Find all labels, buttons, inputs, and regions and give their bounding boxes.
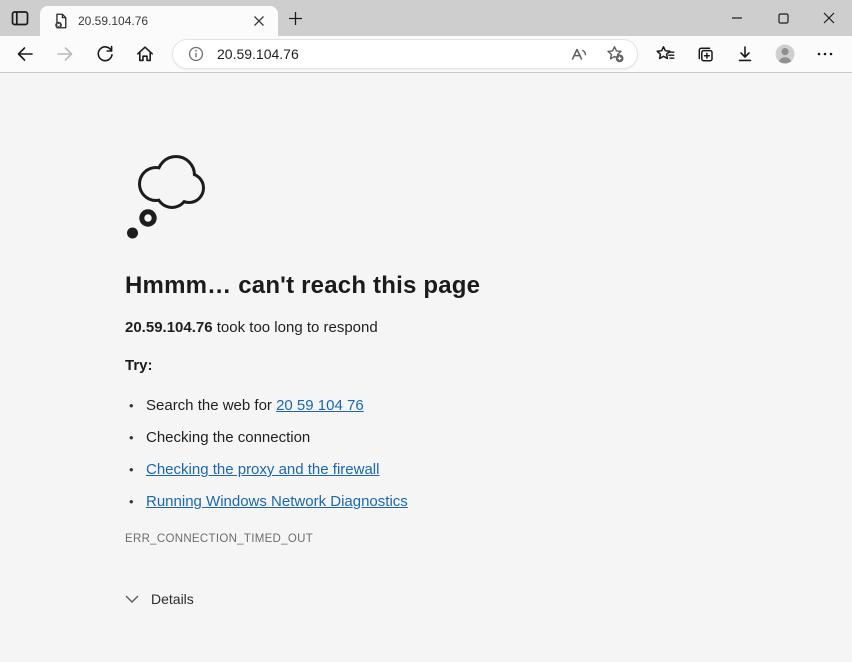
refresh-button[interactable] [86, 38, 124, 70]
navigation-toolbar: 20.59.104.76 [0, 36, 852, 73]
suggestion-text: Checking the connection [146, 429, 310, 446]
error-message: 20.59.104.76 took too long to respond [125, 319, 812, 336]
favorites-button[interactable] [646, 38, 684, 70]
chevron-down-icon [125, 595, 139, 604]
url-text: 20.59.104.76 [217, 46, 559, 62]
suggestion-search-web: Search the web for 20 59 104 76 [125, 398, 812, 413]
arrow-right-icon [55, 44, 75, 64]
home-button[interactable] [126, 38, 164, 70]
titlebar-drag-area [312, 0, 714, 36]
home-icon [135, 44, 155, 64]
thought-bubble-icon [125, 148, 205, 240]
suggestion-check-proxy: Checking the proxy and the firewall [125, 462, 812, 477]
search-web-link[interactable]: 20 59 104 76 [276, 397, 364, 414]
try-label: Try: [125, 357, 812, 374]
refresh-icon [95, 44, 115, 64]
suggestion-list: Search the web for 20 59 104 76 Checking… [125, 398, 812, 509]
ellipsis-icon [816, 45, 834, 63]
check-proxy-link[interactable]: Checking the proxy and the firewall [146, 461, 379, 478]
window-maximize-button[interactable] [760, 0, 806, 36]
suggestion-run-diagnostics: Running Windows Network Diagnostics [125, 494, 812, 509]
details-button[interactable]: Details [125, 591, 194, 607]
new-tab-button[interactable] [278, 0, 312, 36]
collections-icon [695, 44, 716, 65]
read-aloud-icon [569, 44, 589, 64]
profile-button[interactable] [766, 38, 804, 70]
titlebar: 20.59.104.76 [0, 0, 852, 36]
window-minimize-button[interactable] [714, 0, 760, 36]
arrow-left-icon [15, 44, 35, 64]
back-button[interactable] [6, 38, 44, 70]
tab-title: 20.59.104.76 [78, 14, 240, 28]
person-avatar-icon [773, 42, 797, 66]
network-diagnostics-link[interactable]: Running Windows Network Diagnostics [146, 493, 408, 510]
forward-button[interactable] [46, 38, 84, 70]
tab-close-button[interactable] [248, 10, 270, 32]
star-list-icon [655, 44, 676, 65]
error-message-suffix: took too long to respond [213, 319, 378, 336]
page-error-favicon [52, 12, 70, 30]
download-icon [735, 44, 755, 64]
details-label: Details [151, 591, 194, 607]
window-controls [714, 0, 852, 36]
error-code: ERR_CONNECTION_TIMED_OUT [125, 533, 812, 545]
error-page: Hmmm… can't reach this page 20.59.104.76… [0, 73, 852, 662]
collections-button[interactable] [686, 38, 724, 70]
downloads-button[interactable] [726, 38, 764, 70]
add-favorite-button[interactable] [599, 41, 631, 67]
browser-tab[interactable]: 20.59.104.76 [40, 6, 278, 36]
star-plus-icon [605, 44, 625, 64]
address-bar[interactable]: 20.59.104.76 [172, 39, 638, 69]
plus-icon [288, 11, 303, 26]
tab-actions-menu-button[interactable] [0, 0, 40, 36]
window-close-button[interactable] [806, 0, 852, 36]
suggestion-text: Search the web for [146, 397, 276, 414]
site-info-button[interactable] [187, 45, 205, 63]
suggestion-check-connection: Checking the connection [125, 430, 812, 445]
error-heading: Hmmm… can't reach this page [125, 272, 812, 300]
error-host: 20.59.104.76 [125, 319, 213, 336]
tab-actions-layout-icon [10, 8, 30, 28]
more-menu-button[interactable] [806, 38, 844, 70]
read-aloud-button[interactable] [563, 41, 595, 67]
